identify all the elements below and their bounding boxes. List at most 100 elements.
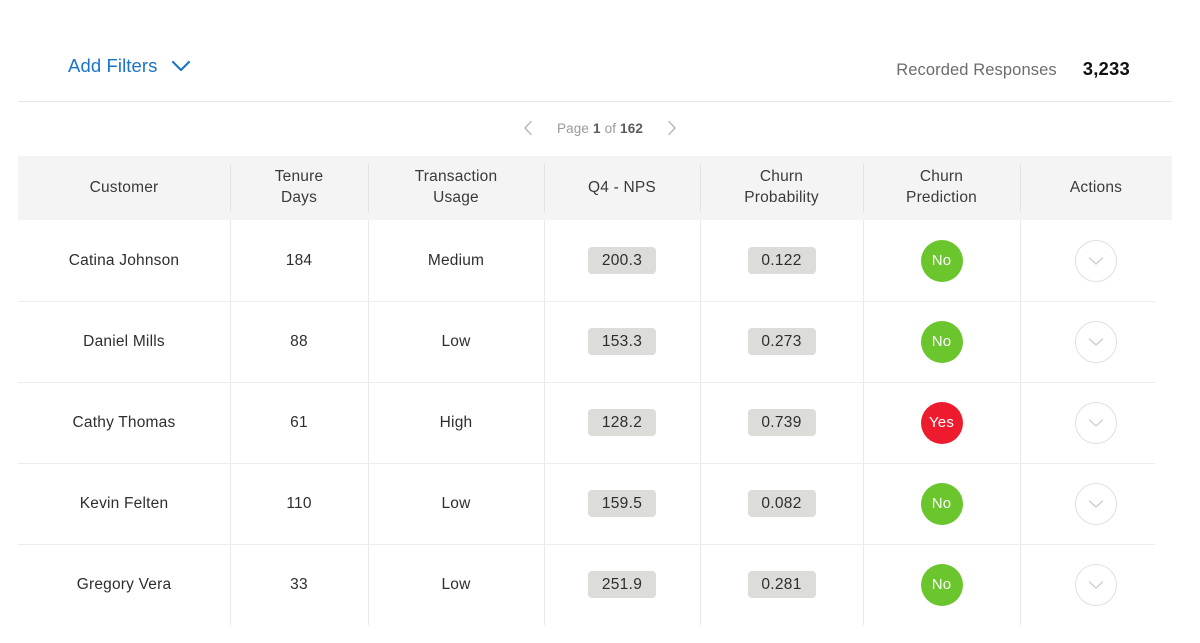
churn-probability-badge: 0.273 [747,328,816,355]
chevron-down-icon [1088,499,1104,508]
toolbar: Add Filters Recorded Responses 3,233 [0,0,1200,102]
cell-q4-nps: 251.9 [544,544,700,625]
column-header-churn-prediction[interactable]: Churn Prediction [863,156,1020,220]
pagination-prefix: Page [556,120,590,136]
cell-churn-prediction: No [863,220,1020,301]
cell-tenure-days: 33 [230,544,368,625]
customer-name: Catina Johnson [68,251,180,269]
churn-prediction-badge: No [920,563,963,606]
recorded-responses-value: 3,233 [1082,58,1130,79]
column-header-tenure-line1: Tenure [274,168,324,186]
cell-transaction-usage: Low [368,463,544,544]
nps-badge: 153.3 [588,328,656,355]
row-actions-button[interactable] [1075,482,1117,525]
pagination-status: Page 1 of 162 [557,121,643,136]
row-actions-button[interactable] [1075,401,1117,444]
column-header-actions: Actions [1020,156,1172,220]
cell-transaction-usage: Low [368,544,544,625]
tenure-days-value: 61 [290,413,308,431]
customer-name: Gregory Vera [76,575,172,593]
tenure-days-value: 110 [286,494,312,512]
churn-probability-badge: 0.281 [747,571,816,598]
cell-customer: Catina Johnson [18,220,230,301]
column-header-q4-nps[interactable]: Q4 - NPS [544,156,700,220]
tenure-days-value: 184 [285,251,313,269]
row-actions-button[interactable] [1075,239,1117,282]
chevron-left-icon [524,120,532,136]
pagination-total-pages: 162 [620,120,644,136]
nps-badge: 200.3 [588,247,656,274]
cell-churn-probability: 0.082 [700,463,863,544]
column-header-tenure-days[interactable]: Tenure Days [230,156,368,220]
cell-churn-prediction: No [863,463,1020,544]
nps-badge: 128.2 [588,409,656,436]
cell-tenure-days: 110 [230,463,368,544]
cell-actions [1020,220,1172,301]
churn-prediction-badge: Yes [920,401,963,444]
cell-tenure-days: 61 [230,382,368,463]
cell-churn-probability: 0.739 [700,382,863,463]
chevron-right-icon [668,120,676,136]
cell-tenure-days: 88 [230,301,368,382]
chevron-down-icon [1088,580,1104,589]
cell-customer: Kevin Felten [18,463,230,544]
table-row[interactable]: Daniel Mills 88 Low 153.3 0.273 No [18,301,1172,382]
cell-churn-prediction: No [863,544,1020,625]
churn-prediction-badge: No [920,239,963,282]
transaction-usage-value: Low [441,332,471,350]
column-header-churn-probability[interactable]: Churn Probability [700,156,863,220]
row-actions-button[interactable] [1075,563,1117,606]
row-actions-button[interactable] [1075,320,1117,363]
column-header-usage-line2: Usage [433,189,479,206]
add-filters-label: Add Filters [68,55,158,76]
churn-probability-badge: 0.739 [747,409,816,436]
cell-churn-probability: 0.273 [700,301,863,382]
nps-badge: 159.5 [588,490,656,517]
pagination-of-label: of [604,120,617,136]
churn-prediction-badge: No [920,482,963,525]
column-header-usage-line1: Transaction [414,168,498,186]
recorded-responses: Recorded Responses 3,233 [896,58,1130,80]
cell-tenure-days: 184 [230,220,368,301]
cell-actions [1020,301,1172,382]
column-header-tenure-line2: Days [280,189,318,206]
table-row[interactable]: Kevin Felten 110 Low 159.5 0.082 No [18,463,1172,544]
churn-probability-badge: 0.122 [747,247,816,274]
table-row[interactable]: Gregory Vera 33 Low 251.9 0.281 No [18,544,1172,625]
tenure-days-value: 33 [290,575,308,593]
recorded-responses-label: Recorded Responses [896,61,1057,79]
customer-name: Kevin Felten [79,494,169,512]
column-header-customer[interactable]: Customer [18,156,230,220]
pagination-next-button[interactable] [661,117,683,139]
table-row[interactable]: Catina Johnson 184 Medium 200.3 0.122 No [18,220,1172,301]
pagination-prev-button[interactable] [517,117,539,139]
chevron-down-icon [1088,337,1104,346]
cell-q4-nps: 159.5 [544,463,700,544]
cell-churn-probability: 0.122 [700,220,863,301]
chevron-down-icon [1088,418,1104,427]
cell-customer: Gregory Vera [18,544,230,625]
tenure-days-value: 88 [290,332,308,350]
cell-transaction-usage: Medium [368,220,544,301]
cell-churn-prediction: No [863,301,1020,382]
toolbar-divider [18,101,1172,102]
column-header-customer-label: Customer [89,178,159,196]
table-row[interactable]: Cathy Thomas 61 High 128.2 0.739 Yes [18,382,1172,463]
cell-transaction-usage: High [368,382,544,463]
pagination-current-page: 1 [593,120,601,136]
column-header-actions-label: Actions [1069,178,1123,196]
customer-name: Daniel Mills [83,332,165,350]
transaction-usage-value: Low [441,494,471,512]
transaction-usage-value: High [439,413,473,431]
cell-transaction-usage: Low [368,301,544,382]
cell-q4-nps: 200.3 [544,220,700,301]
column-header-transaction-usage[interactable]: Transaction Usage [368,156,544,220]
column-header-nps-label: Q4 - NPS [588,178,656,196]
churn-prediction-badge: No [920,320,963,363]
churn-probability-badge: 0.082 [747,490,816,517]
column-header-prob-line2: Probability [744,189,819,206]
add-filters-button[interactable]: Add Filters [68,55,191,76]
cell-customer: Daniel Mills [18,301,230,382]
column-header-pred-line1: Churn [919,168,964,186]
pagination: Page 1 of 162 [0,112,1200,144]
